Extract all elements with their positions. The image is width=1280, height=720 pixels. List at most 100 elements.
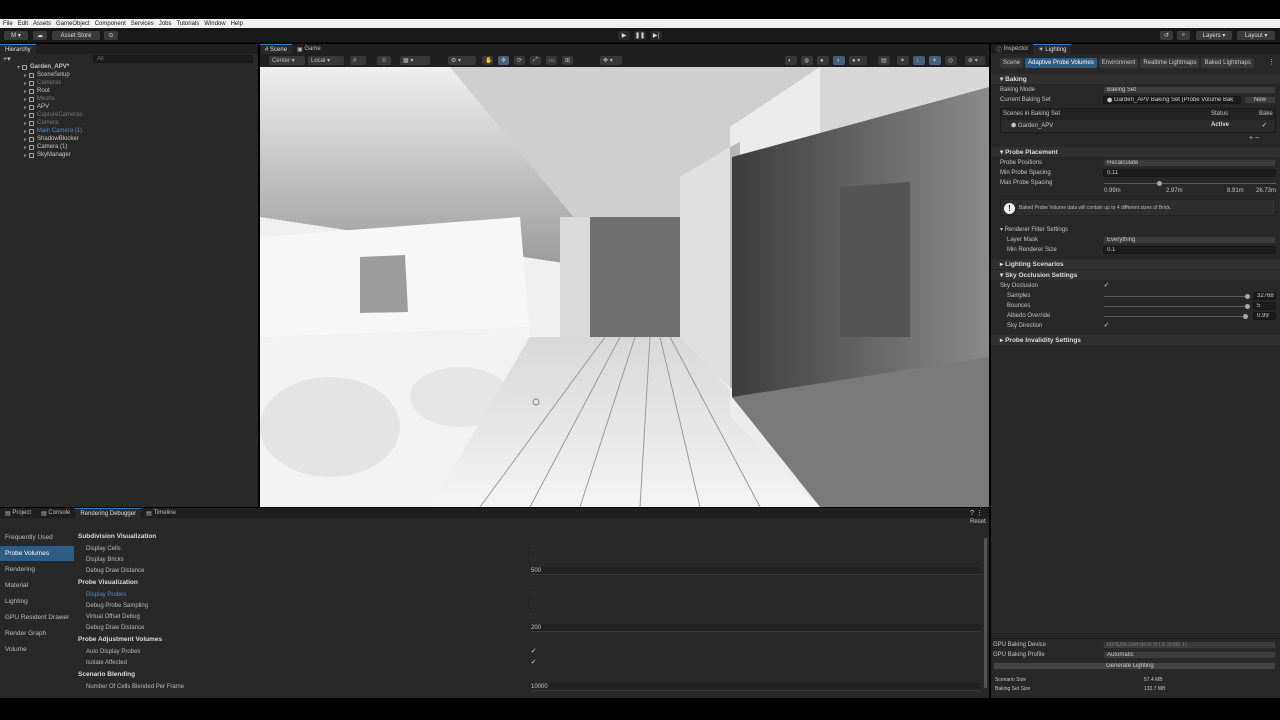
gizmos-icon[interactable]: ⊕ ▾ [965, 56, 985, 65]
probe-placement-header[interactable]: ▾ Probe Placement [991, 147, 1280, 157]
rotate-tool-icon[interactable]: ⟳ [514, 56, 525, 65]
expand-arrow-icon[interactable]: ▸ [24, 152, 27, 159]
play-icon[interactable]: ▶ [618, 31, 630, 40]
bounces-slider-handle[interactable] [1244, 304, 1250, 309]
probe-positions-dropdown[interactable]: Recalculate [1103, 159, 1276, 167]
menu-item[interactable]: Window [204, 21, 225, 27]
debugger-checkbox[interactable]: □ [530, 556, 537, 563]
tab-game[interactable]: ▣ Game [292, 44, 326, 54]
hierarchy-item[interactable]: ▸ SceneSetup [24, 71, 70, 79]
shaded-icon[interactable]: ● [817, 56, 829, 65]
asset-store-button[interactable]: Asset Store [52, 31, 100, 40]
bounces-slider[interactable] [1104, 306, 1247, 307]
hierarchy-item[interactable]: ▸ Main Camera (1) [24, 127, 82, 135]
sky-occlusion-header[interactable]: ▾ Sky Occlusion Settings [991, 270, 1280, 280]
probe-invalidity-header[interactable]: ▸ Probe Invalidity Settings [991, 335, 1280, 345]
generate-lighting-button[interactable]: Generate Lighting [993, 662, 1276, 670]
tab-timeline[interactable]: ▤ Timeline [141, 508, 181, 518]
expand-arrow-icon[interactable]: ▸ [24, 136, 27, 143]
fx-toggle-icon[interactable]: ✦ [929, 56, 941, 65]
scene-row[interactable]: ⬢ Garden_APV Active ✓ [1001, 120, 1275, 132]
collab-icon[interactable]: ⊙ [104, 31, 118, 40]
max-spacing-slider[interactable] [1104, 183, 1276, 184]
lighting-toggle-icon[interactable]: ✶ [897, 56, 909, 65]
baking-mode-dropdown[interactable]: Baking Set [1103, 86, 1276, 94]
debugger-value-field[interactable]: 500 [531, 567, 981, 575]
min-renderer-size-field[interactable]: 0.1 [1103, 246, 1276, 254]
layer-mask-dropdown[interactable]: Everything [1103, 236, 1276, 244]
hierarchy-item[interactable]: ▸ CaptureCameras [24, 111, 83, 119]
debugger-checkbox[interactable]: ✓ [530, 648, 537, 655]
snap-options-icon[interactable]: ▦ ▾ [400, 56, 430, 65]
scale-tool-icon[interactable]: ⤢ [530, 56, 541, 65]
expand-arrow-icon[interactable]: ▾ [17, 64, 20, 71]
bounces-field[interactable]: 5 [1253, 302, 1276, 310]
expand-arrow-icon[interactable]: ▸ [24, 144, 27, 151]
sky-occlusion-checkbox[interactable]: ✓ [1103, 282, 1110, 289]
wireframe-icon[interactable]: ◍ [801, 56, 813, 65]
menu-item[interactable]: Edit [18, 21, 28, 27]
new-baking-set-button[interactable]: New [1244, 96, 1276, 104]
debugger-checkbox[interactable]: □ [530, 545, 537, 552]
add-remove-scene-icon[interactable]: + − [1249, 135, 1259, 142]
debugger-checkbox[interactable]: □ [530, 613, 537, 620]
sky-direction-checkbox[interactable]: ✓ [1103, 322, 1110, 329]
step-icon[interactable]: ▶| [650, 31, 662, 40]
more-options-icon[interactable]: ⋮ [1268, 58, 1275, 66]
tab-hierarchy[interactable]: Hierarchy [0, 44, 36, 54]
tab-console[interactable]: ▤ Console [36, 508, 75, 518]
hierarchy-search-input[interactable]: All [93, 55, 253, 63]
expand-arrow-icon[interactable]: ▸ [24, 104, 27, 111]
albedo-slider[interactable] [1104, 316, 1247, 317]
hierarchy-item[interactable]: ▸ SkyManager [24, 151, 71, 159]
layout-dropdown[interactable]: Layout ▾ [1237, 31, 1275, 40]
grid-snap-icon[interactable]: # [350, 56, 366, 65]
hidden-toggle-icon[interactable]: ◎ [945, 56, 957, 65]
lighting-subtab[interactable]: Realtime Lightmaps [1140, 58, 1200, 68]
audio-toggle-icon[interactable]: ♪ [913, 56, 925, 65]
expand-arrow-icon[interactable]: ▸ [24, 96, 27, 103]
debugger-value-field[interactable]: 200 [531, 624, 981, 632]
expand-arrow-icon[interactable]: ▸ [24, 120, 27, 127]
debugger-checkbox[interactable]: □ [530, 602, 537, 609]
hierarchy-item[interactable]: ▸ Cameras [24, 79, 61, 87]
hierarchy-item[interactable]: ▸ Meshs [24, 95, 55, 103]
menu-item[interactable]: Jobs [159, 21, 172, 27]
history-icon[interactable]: ↺ [1160, 31, 1173, 40]
reset-button[interactable]: Reset [970, 519, 986, 525]
lighting-subtab[interactable]: Baked Lightmaps [1201, 58, 1254, 68]
move-tool-icon[interactable]: ✥ [498, 56, 509, 65]
space-dropdown[interactable]: Local ▾ [308, 56, 344, 65]
add-icon[interactable]: +▾ [3, 55, 15, 63]
effects-icon[interactable]: ◐ [785, 56, 797, 65]
max-spacing-slider-handle[interactable] [1156, 181, 1162, 186]
scene-bake-checkbox[interactable]: ✓ [1261, 122, 1268, 129]
help-icon[interactable]: ? ⋮ [970, 509, 983, 517]
view-tool-icon[interactable]: ✋ [482, 56, 493, 65]
menu-item[interactable]: File [3, 21, 13, 27]
draw-mode-icon[interactable]: ● ▾ [849, 56, 867, 65]
lighting-scenarios-header[interactable]: ▸ Lighting Scenarios [991, 259, 1280, 269]
hierarchy-item[interactable]: ▸ Camera [24, 119, 58, 127]
expand-arrow-icon[interactable]: ▸ [24, 80, 27, 87]
tab-rendering-debugger[interactable]: Rendering Debugger [75, 508, 142, 518]
debugger-checkbox[interactable]: □ [530, 591, 537, 598]
account-button[interactable]: M ▾ [4, 31, 28, 40]
lighting-subtab[interactable]: Scene [1000, 58, 1024, 68]
debugger-scrollbar[interactable] [984, 538, 987, 688]
tab-scene[interactable]: # Scene [260, 44, 293, 54]
tab-lighting[interactable]: ☀ Lighting [1033, 44, 1072, 54]
expand-arrow-icon[interactable]: ▸ [24, 72, 27, 79]
renderer-filter-toggle[interactable]: ▾ Renderer Filter Settings [1000, 226, 1068, 233]
samples-slider[interactable] [1104, 296, 1247, 297]
min-spacing-field[interactable]: 0.11 [1103, 169, 1276, 177]
samples-field[interactable]: 32768 [1253, 292, 1276, 300]
scene-viewport[interactable] [260, 67, 989, 507]
menu-item[interactable]: Services [131, 21, 154, 27]
hierarchy-item[interactable]: ▸ APV [24, 103, 49, 111]
albedo-field[interactable]: 0.99 [1253, 312, 1276, 320]
debugger-value-field[interactable]: 10000 [531, 683, 981, 691]
samples-slider-handle[interactable] [1244, 294, 1250, 299]
debugger-checkbox[interactable]: ✓ [530, 659, 537, 666]
menu-item[interactable]: Component [95, 21, 126, 27]
